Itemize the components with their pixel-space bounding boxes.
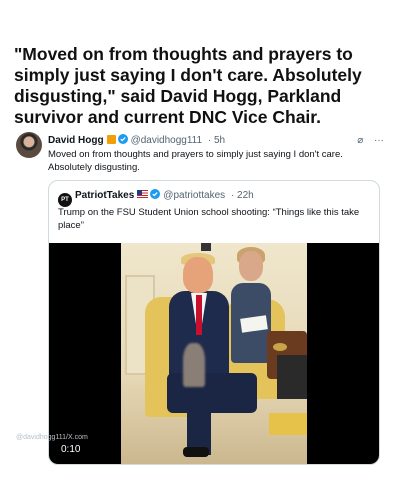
author-name[interactable]: David Hogg	[48, 135, 104, 146]
grok-icon[interactable]: ⌀	[357, 135, 363, 146]
man-head	[183, 257, 213, 293]
verified-badge-icon	[117, 134, 128, 144]
gold-box	[269, 413, 307, 435]
orange-square-icon	[106, 135, 116, 144]
headline: "Moved on from thoughts and prayers to s…	[14, 44, 362, 127]
quote-header: PT PatriotTakes @patriottakes · 22h	[58, 189, 254, 207]
table-object	[273, 343, 287, 351]
video-duration: 0:10	[61, 444, 81, 455]
shoe	[183, 447, 209, 457]
quote-time[interactable]: · 22h	[231, 190, 254, 201]
tweet-text: Moved on from thoughts and prayers to si…	[48, 149, 343, 173]
woman-head	[239, 251, 263, 281]
quote-text: Trump on the FSU Student Union school sh…	[58, 207, 360, 231]
quote-author-name[interactable]: PatriotTakes	[75, 190, 134, 201]
quote-author-handle[interactable]: @patriottakes	[163, 190, 225, 201]
avatar[interactable]	[16, 132, 42, 158]
chandelier	[201, 243, 211, 251]
man-legs	[167, 373, 257, 413]
more-options-icon[interactable]: ···	[374, 135, 384, 146]
man-shin	[187, 393, 211, 455]
tweet-header: David Hogg @davidhogg111 · 5h ⌀ ···	[48, 134, 388, 148]
blurred-foreground-head	[183, 343, 205, 387]
tweet-header-icons: ⌀ ···	[349, 134, 384, 148]
video-frame	[121, 243, 307, 464]
us-flag-icon	[137, 190, 149, 198]
dark-object	[277, 355, 307, 399]
watermark: @davidhogg111/X.com	[16, 434, 88, 441]
patriottakes-logo-icon: PT	[58, 193, 72, 207]
author-handle[interactable]: @davidhogg111	[131, 135, 203, 146]
verified-badge-icon	[150, 189, 161, 199]
quoted-tweet[interactable]: PT PatriotTakes @patriottakes · 22h Trump…	[48, 180, 380, 465]
video-player[interactable]: 0:10	[49, 243, 379, 464]
red-tie	[196, 295, 202, 335]
tweet-time[interactable]: · 5h	[208, 135, 225, 146]
